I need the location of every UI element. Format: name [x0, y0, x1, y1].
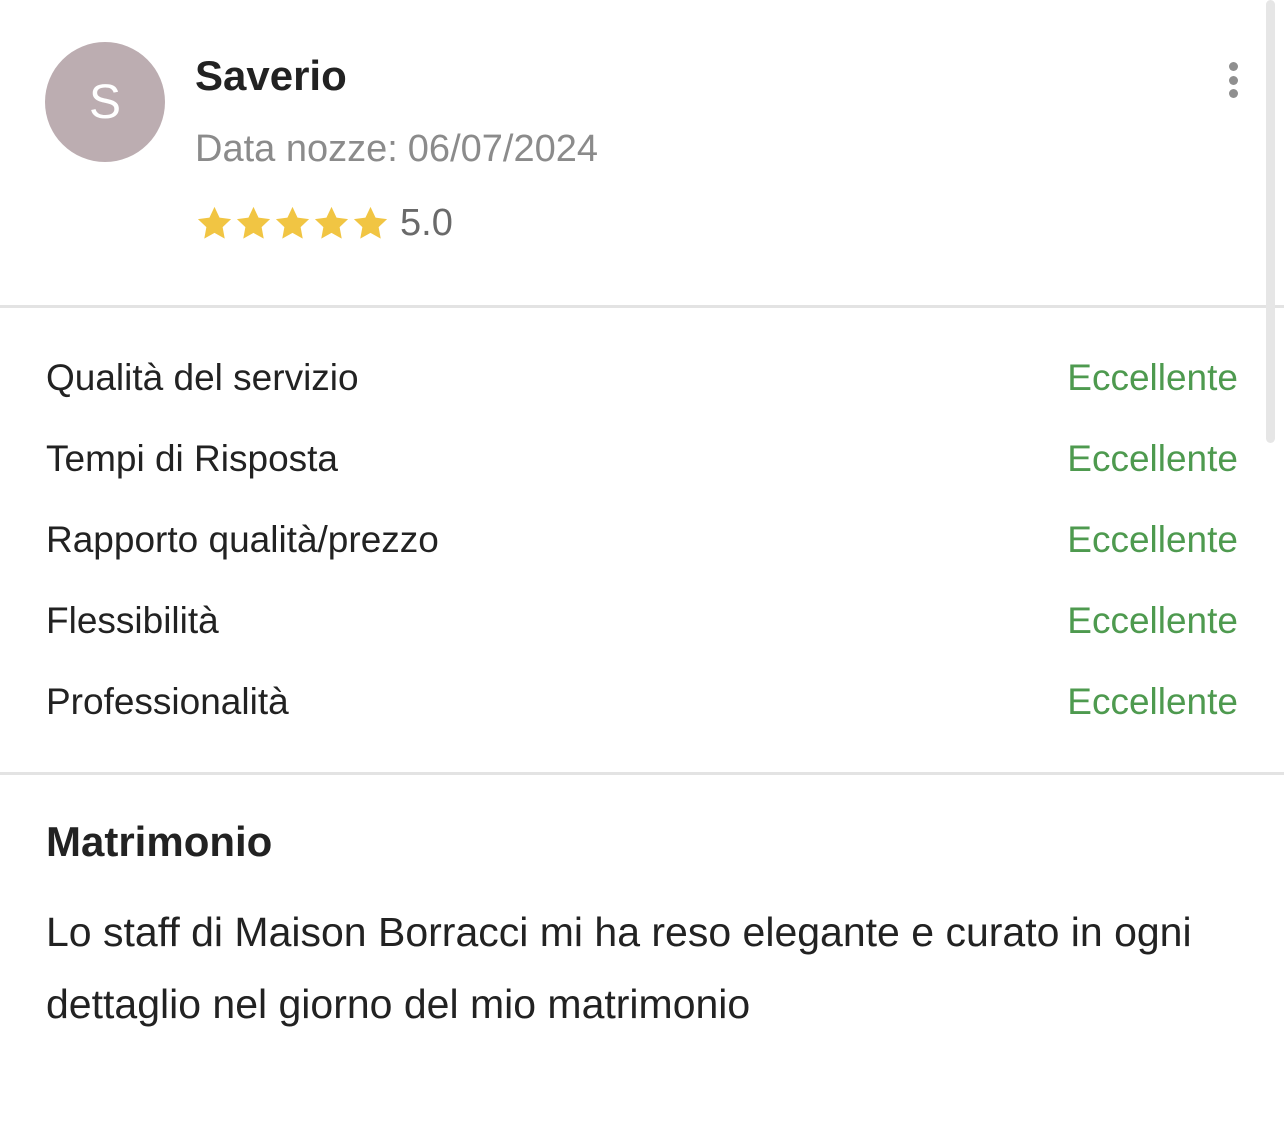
star-icon — [353, 206, 388, 239]
wedding-date: Data nozze: 06/07/2024 — [195, 128, 598, 171]
rating-label: Flessibilità — [46, 599, 219, 641]
rating-row-service-quality: Qualità del servizio Eccellente — [46, 337, 1238, 418]
rating-grade: Eccellente — [1067, 599, 1238, 641]
wedding-date-label: Data nozze: — [195, 128, 398, 170]
rating-label: Tempi di Risposta — [46, 437, 339, 479]
rating-label: Qualità del servizio — [46, 356, 359, 398]
overall-rating: 5.0 — [195, 200, 453, 246]
divider — [0, 305, 1284, 308]
rating-grade: Eccellente — [1067, 680, 1238, 722]
divider — [0, 772, 1284, 775]
review-title: Matrimonio — [46, 818, 273, 865]
review-header: S Saverio Data nozze: 06/07/2024 5.0 — [0, 0, 1284, 306]
star-icon — [314, 206, 349, 239]
rating-grade: Eccellente — [1067, 437, 1238, 479]
review-card: S Saverio Data nozze: 06/07/2024 5.0 Qual… — [0, 0, 1284, 1122]
star-icon — [197, 206, 232, 239]
more-options-button[interactable] — [1218, 58, 1248, 102]
star-rating — [195, 204, 390, 243]
rating-value: 5.0 — [400, 201, 453, 244]
star-icon — [236, 206, 271, 239]
avatar: S — [45, 42, 165, 162]
review-text: Lo staff di Maison Borracci mi ha reso e… — [46, 909, 1192, 1027]
star-icon — [275, 206, 310, 239]
rating-row-flexibility: Flessibilità Eccellente — [46, 580, 1238, 661]
vertical-ellipsis-icon — [1228, 89, 1238, 98]
scrollbar[interactable] — [1266, 0, 1275, 443]
rating-label: Professionalità — [46, 680, 289, 722]
rating-row-value: Rapporto qualità/prezzo Eccellente — [46, 499, 1238, 580]
rating-grade: Eccellente — [1067, 518, 1238, 560]
vertical-ellipsis-icon — [1228, 75, 1238, 85]
rating-grade: Eccellente — [1067, 356, 1238, 398]
rating-row-professionalism: Professionalità Eccellente — [46, 661, 1238, 742]
wedding-date-value: 06/07/2024 — [407, 128, 598, 170]
vertical-ellipsis-icon — [1228, 62, 1238, 71]
rating-label: Rapporto qualità/prezzo — [46, 518, 439, 560]
reviewer-name: Saverio — [195, 52, 347, 99]
rating-list: Qualità del servizio Eccellente Tempi di… — [46, 337, 1238, 742]
rating-row-response-time: Tempi di Risposta Eccellente — [46, 418, 1238, 499]
